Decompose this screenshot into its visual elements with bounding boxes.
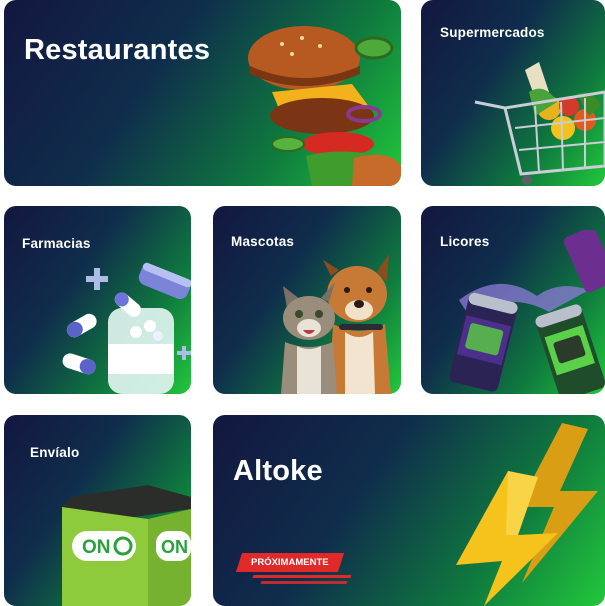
- category-tile-supermercados[interactable]: Supermercados: [421, 0, 605, 186]
- category-tile-farmacias[interactable]: Farmacias: [4, 206, 191, 394]
- category-label: Altoke: [233, 455, 323, 487]
- badge-stripe: [252, 575, 352, 578]
- category-label: Licores: [440, 234, 490, 249]
- bag-brand-text: ON: [82, 537, 111, 558]
- lightning-icon: [456, 423, 598, 606]
- category-tile-envialo[interactable]: Envíalo ON ON: [4, 415, 191, 606]
- category-label: Supermercados: [440, 25, 545, 40]
- cans-icon: [449, 230, 605, 394]
- category-tile-restaurantes[interactable]: Restaurantes: [4, 0, 401, 186]
- cat-dog-icon: [281, 254, 391, 394]
- pills-icon: [62, 262, 191, 394]
- bag-brand-text-side: ON: [161, 537, 188, 557]
- burger-icon: [248, 26, 401, 186]
- category-label: Restaurantes: [24, 34, 211, 66]
- shopping-cart-icon: [474, 62, 605, 185]
- badge-stripe: [260, 581, 348, 584]
- category-tile-altoke[interactable]: Altoke PRÓXIMAMENTE: [213, 415, 605, 606]
- category-label: Mascotas: [231, 234, 295, 249]
- delivery-bag-icon: ON ON: [62, 485, 191, 606]
- coming-soon-badge: PRÓXIMAMENTE: [235, 553, 344, 572]
- category-tile-licores[interactable]: Licores: [421, 206, 605, 394]
- category-label: Envíalo: [30, 445, 80, 460]
- category-tile-mascotas[interactable]: Mascotas: [213, 206, 401, 394]
- category-label: Farmacias: [22, 236, 91, 251]
